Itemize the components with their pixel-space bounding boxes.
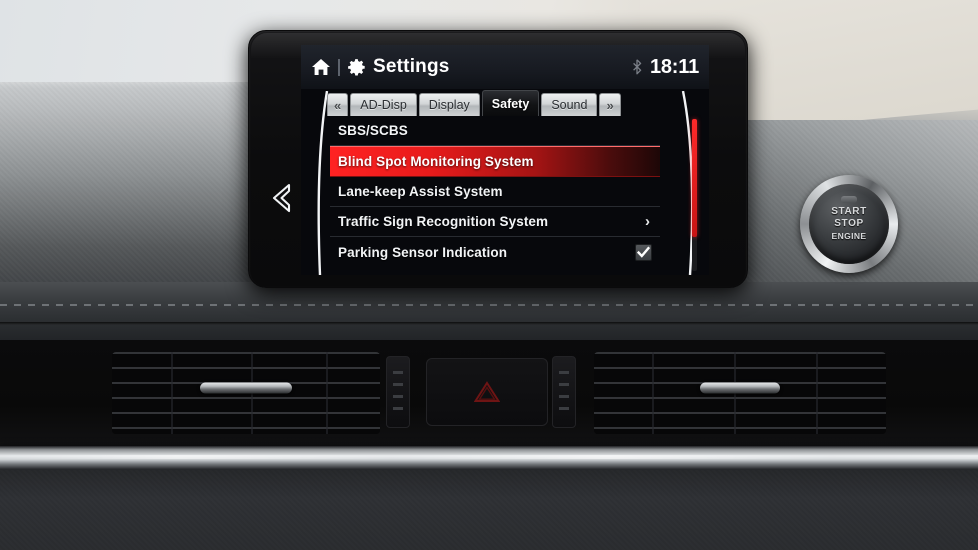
menu-item-label: SBS/SCBS	[338, 123, 408, 138]
menu-item-label: Parking Sensor Indication	[338, 244, 508, 260]
vent-adjuster-knob-right[interactable]	[700, 382, 780, 394]
tab-display[interactable]: Display	[418, 93, 480, 116]
hazard-warning-button[interactable]	[426, 358, 548, 426]
menu-item-lane-keep-assist-system[interactable]: Lane-keep Assist System	[330, 177, 660, 207]
bluetooth-icon	[633, 59, 642, 75]
lower-dashboard	[0, 470, 978, 550]
status-bar: Settings 18:11	[301, 45, 709, 89]
start-label-line3: ENGINE	[831, 231, 867, 241]
back-arrow-icon[interactable]	[265, 179, 297, 217]
vent-adjuster-knob-left[interactable]	[200, 382, 292, 394]
settings-content: « AD-Disp Display Safety Sound » SBS/SCB…	[301, 89, 709, 275]
chevron-right-icon: ›	[645, 213, 650, 230]
tab-safety[interactable]: Safety	[481, 90, 540, 116]
air-vent-left[interactable]	[112, 352, 380, 434]
tab-scroll-prev[interactable]: «	[327, 93, 349, 116]
settings-tab-bar[interactable]: « AD-Disp Display Safety Sound »	[327, 89, 657, 116]
parking-sensor-checkbox[interactable]	[635, 243, 652, 261]
switch-texture	[559, 371, 569, 417]
status-separator	[338, 58, 340, 76]
settings-menu-list[interactable]: SBS/SCBS Blind Spot Monitoring System La…	[330, 116, 660, 274]
gear-icon[interactable]	[347, 58, 366, 77]
tab-scroll-next[interactable]: »	[599, 93, 621, 116]
vent-divider	[652, 352, 655, 434]
menu-item-label: Lane-keep Assist System	[338, 184, 503, 199]
hazard-triangle-icon	[474, 381, 500, 402]
menu-item-label: Blind Spot Monitoring System	[338, 154, 534, 169]
console-switch-right[interactable]	[552, 356, 576, 428]
car-interior: START STOP ENGINE Settings 18:11 « AD-Di…	[0, 0, 978, 550]
menu-item-parking-sensor-indication[interactable]: Parking Sensor Indication	[330, 237, 660, 267]
dashboard-chrome-trim	[0, 446, 978, 472]
touchscreen-display[interactable]: Settings 18:11 « AD-Disp Display Safety …	[301, 45, 709, 275]
vent-divider	[326, 352, 329, 434]
switch-texture	[393, 371, 403, 417]
console-switch-left[interactable]	[386, 356, 410, 428]
start-stop-engine-button[interactable]: START STOP ENGINE	[800, 175, 898, 273]
checkmark-icon	[637, 246, 650, 258]
vent-divider	[170, 352, 173, 434]
screen-frame-left	[317, 91, 329, 275]
status-bar-right: 18:11	[632, 56, 699, 79]
menu-item-sbs-scbs[interactable]: SBS/SCBS	[330, 116, 660, 146]
air-vent-right[interactable]	[594, 352, 886, 434]
tab-sound[interactable]: Sound	[541, 93, 598, 116]
tab-ad-disp[interactable]: AD-Disp	[350, 93, 417, 116]
start-label-line1: START	[831, 206, 867, 217]
scrollbar-thumb[interactable]	[692, 119, 697, 237]
menu-item-traffic-sign-recognition-system[interactable]: Traffic Sign Recognition System ›	[330, 207, 660, 237]
page-title: Settings	[373, 56, 450, 77]
start-button-indicator	[841, 196, 857, 203]
menu-item-label: Traffic Sign Recognition System	[338, 214, 549, 229]
start-label-line2: STOP	[834, 218, 864, 229]
home-icon[interactable]	[311, 58, 331, 76]
infotainment-head-unit: Settings 18:11 « AD-Disp Display Safety …	[248, 30, 748, 288]
start-button-face[interactable]: START STOP ENGINE	[809, 184, 889, 264]
clock: 18:11	[649, 55, 699, 78]
menu-item-blind-spot-monitoring-system[interactable]: Blind Spot Monitoring System	[330, 146, 660, 177]
vent-divider	[815, 352, 818, 434]
